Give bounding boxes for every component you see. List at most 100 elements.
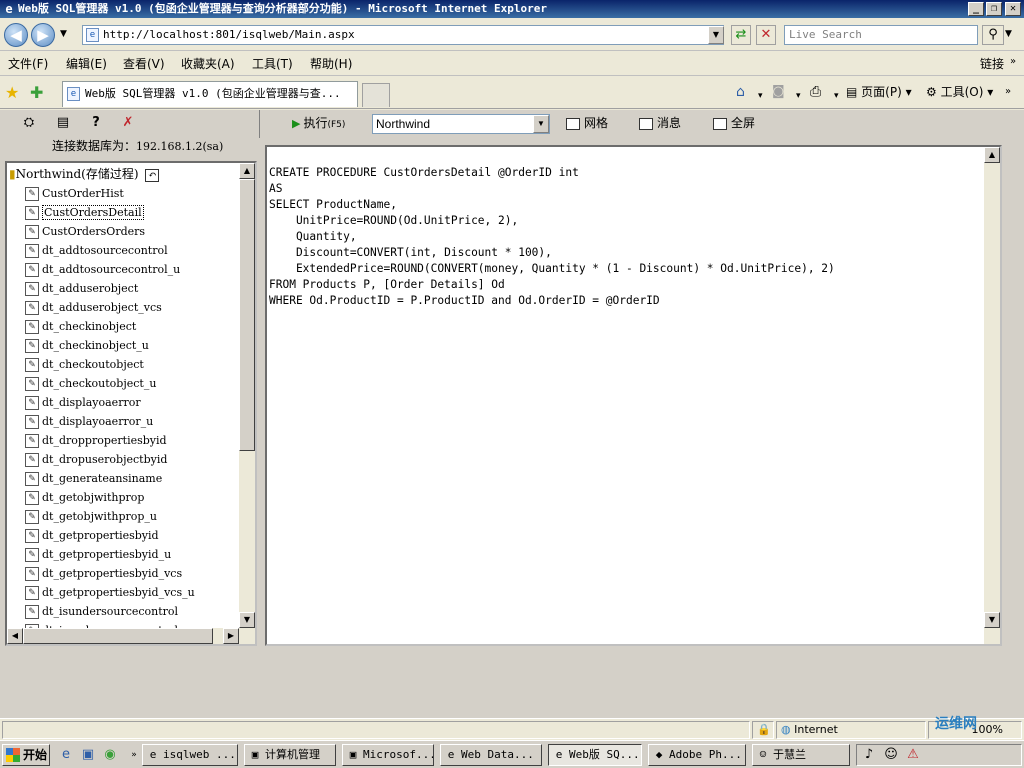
stop-icon[interactable]: ✕: [756, 25, 776, 45]
search-input[interactable]: Live Search: [784, 25, 978, 45]
refresh-icon[interactable]: ⇄: [731, 25, 751, 45]
database-select[interactable]: Northwind ▼: [372, 114, 550, 134]
history-dropdown-icon[interactable]: ▼: [60, 29, 67, 39]
taskbar-button[interactable]: ▣ Microsof...: [342, 744, 434, 766]
new-document-icon[interactable]: ▤: [54, 114, 72, 132]
chevron-down-icon[interactable]: ▼: [533, 115, 549, 133]
editor-scrollbar[interactable]: ▲ ▼: [984, 147, 1000, 644]
taskbar-button[interactable]: e Web Data...: [440, 744, 542, 766]
tree-item[interactable]: ✎ dt_displayoaerror_u: [25, 412, 153, 431]
feeds-dropdown-icon[interactable]: ▾: [796, 87, 801, 105]
start-button[interactable]: 开始: [2, 744, 50, 766]
taskbar-button[interactable]: ◆ Adobe Ph...: [648, 744, 746, 766]
tree-item[interactable]: ✎ dt_checkoutobject: [25, 355, 144, 374]
tray-icon[interactable]: ⚠: [905, 747, 921, 763]
scroll-down-icon[interactable]: ▼: [984, 612, 1000, 628]
quicklaunch-more-icon[interactable]: »: [126, 747, 142, 763]
taskbar-button[interactable]: e isqlweb ...: [142, 744, 238, 766]
tree-item[interactable]: ✎ dt_droppropertiesbyid: [25, 431, 167, 450]
sql-code[interactable]: CREATE PROCEDURE CustOrdersDetail @Order…: [269, 165, 835, 309]
tray-icon[interactable]: ☺: [883, 747, 899, 763]
delete-icon[interactable]: ✗: [119, 114, 137, 132]
scroll-up-icon[interactable]: ▲: [239, 163, 255, 179]
tree-item[interactable]: ✎ dt_adduserobject_vcs: [25, 298, 162, 317]
page-menu-button[interactable]: ▤ 页面(P) ▾: [846, 83, 912, 101]
scroll-thumb[interactable]: [239, 179, 255, 451]
tree-item[interactable]: ✎ dt_addtosourcecontrol_u: [25, 260, 180, 279]
menu-help[interactable]: 帮助(H): [310, 56, 352, 72]
tree-item[interactable]: ✎ dt_getobjwithprop: [25, 488, 144, 507]
tree-item[interactable]: ✎ CustOrdersDetail: [25, 203, 144, 222]
messages-button[interactable]: 消息: [639, 114, 681, 132]
feeds-icon[interactable]: ◙: [772, 83, 785, 101]
links-label[interactable]: 链接: [980, 56, 1004, 72]
tree-item[interactable]: ✎ CustOrdersOrders: [25, 222, 145, 241]
scroll-down-icon[interactable]: ▼: [239, 612, 255, 628]
address-input[interactable]: e http://localhost:801/isqlweb/Main.aspx: [82, 25, 724, 45]
address-dropdown-icon[interactable]: ▼: [708, 26, 724, 44]
hscroll-thumb[interactable]: [23, 628, 213, 644]
ie-quicklaunch-icon[interactable]: e: [58, 747, 74, 763]
chevron-right-icon[interactable]: »: [1005, 83, 1011, 101]
scroll-right-icon[interactable]: ▶: [223, 628, 239, 644]
new-tab-button[interactable]: [362, 83, 390, 107]
forward-button[interactable]: ▶: [31, 23, 55, 47]
chevron-right-icon[interactable]: »: [1010, 56, 1016, 67]
server-tree-icon[interactable]: ⛭: [20, 114, 38, 132]
search-icon[interactable]: ⚲: [982, 25, 1004, 45]
refresh-tree-icon[interactable]: ↶: [145, 169, 160, 182]
menu-edit[interactable]: 编辑(E): [66, 56, 107, 72]
tree-item[interactable]: ✎ dt_getpropertiesbyid_u: [25, 545, 171, 564]
help-icon[interactable]: ?: [87, 114, 105, 132]
tree-item[interactable]: ✎ dt_displayoaerror: [25, 393, 141, 412]
minimize-button[interactable]: _: [968, 2, 984, 16]
tree-hscrollbar[interactable]: ◀ ▶: [7, 628, 239, 644]
scroll-up-icon[interactable]: ▲: [984, 147, 1000, 163]
taskbar-button[interactable]: e Web版 SQ...: [548, 744, 642, 766]
menu-file[interactable]: 文件(F): [8, 56, 48, 72]
execute-button[interactable]: ▶ 执行(F5): [292, 114, 345, 134]
tray-icon[interactable]: ♪: [861, 747, 877, 763]
tree-item[interactable]: ✎ dt_isundersourcecontrol: [25, 602, 178, 621]
grid-button[interactable]: 网格: [566, 114, 608, 132]
media-quicklaunch-icon[interactable]: ◉: [102, 747, 118, 763]
tree-item[interactable]: ✎ CustOrderHist: [25, 184, 124, 203]
menu-view[interactable]: 查看(V): [123, 56, 165, 72]
add-favorite-icon[interactable]: ✚: [30, 83, 43, 102]
fullscreen-button[interactable]: 全屏: [713, 114, 755, 132]
tree-item[interactable]: ✎ dt_getpropertiesbyid: [25, 526, 159, 545]
menu-favorites[interactable]: 收藏夹(A): [181, 56, 235, 72]
tab-active[interactable]: e Web版 SQL管理器 v1.0 (包函企业管理器与查...: [62, 81, 358, 107]
print-icon[interactable]: ⎙: [810, 83, 821, 101]
tree-item[interactable]: ✎ dt_adduserobject: [25, 279, 138, 298]
desktop-quicklaunch-icon[interactable]: ▣: [80, 747, 96, 763]
home-dropdown-icon[interactable]: ▾: [758, 87, 763, 105]
tree-root[interactable]: ▮Northwind(存储过程) ↶: [9, 165, 160, 183]
tree-item[interactable]: ✎ dt_getobjwithprop_u: [25, 507, 157, 526]
tree-item[interactable]: ✎ dt_checkinobject: [25, 317, 136, 336]
scroll-left-icon[interactable]: ◀: [7, 628, 23, 644]
sql-editor[interactable]: CREATE PROCEDURE CustOrdersDetail @Order…: [265, 145, 1002, 646]
taskbar-button[interactable]: ▣ 计算机管理: [244, 744, 336, 766]
window-title-bar[interactable]: e Web版 SQL管理器 v1.0 (包函企业管理器与查询分析器部分功能) -…: [0, 0, 1024, 18]
close-window-button[interactable]: ✕: [1005, 2, 1021, 16]
menu-tools[interactable]: 工具(T): [252, 56, 293, 72]
home-icon[interactable]: ⌂: [736, 83, 745, 101]
tools-menu-button[interactable]: ⚙ 工具(O) ▾: [926, 83, 993, 101]
stored-procedure-icon: ✎: [25, 263, 39, 277]
tree-scrollbar[interactable]: ▲ ▼: [239, 163, 255, 644]
object-tree[interactable]: ▮Northwind(存储过程) ↶ ✎ CustOrderHist ✎ CustOr…: [5, 161, 257, 646]
favorites-star-icon[interactable]: ★: [5, 83, 19, 102]
tree-item[interactable]: ✎ dt_dropuserobjectbyid: [25, 450, 167, 469]
print-dropdown-icon[interactable]: ▾: [834, 87, 839, 105]
tree-item[interactable]: ✎ dt_checkinobject_u: [25, 336, 149, 355]
back-button[interactable]: ◀: [4, 23, 28, 47]
tree-item[interactable]: ✎ dt_checkoutobject_u: [25, 374, 156, 393]
taskbar-button[interactable]: ☺ 于慧兰: [752, 744, 850, 766]
restore-button[interactable]: ❐: [986, 2, 1002, 16]
tree-item[interactable]: ✎ dt_getpropertiesbyid_vcs_u: [25, 583, 195, 602]
tree-item[interactable]: ✎ dt_addtosourcecontrol: [25, 241, 168, 260]
tree-item[interactable]: ✎ dt_generateansiname: [25, 469, 162, 488]
search-dropdown-icon[interactable]: ▼: [1005, 29, 1012, 39]
tree-item[interactable]: ✎ dt_getpropertiesbyid_vcs: [25, 564, 182, 583]
